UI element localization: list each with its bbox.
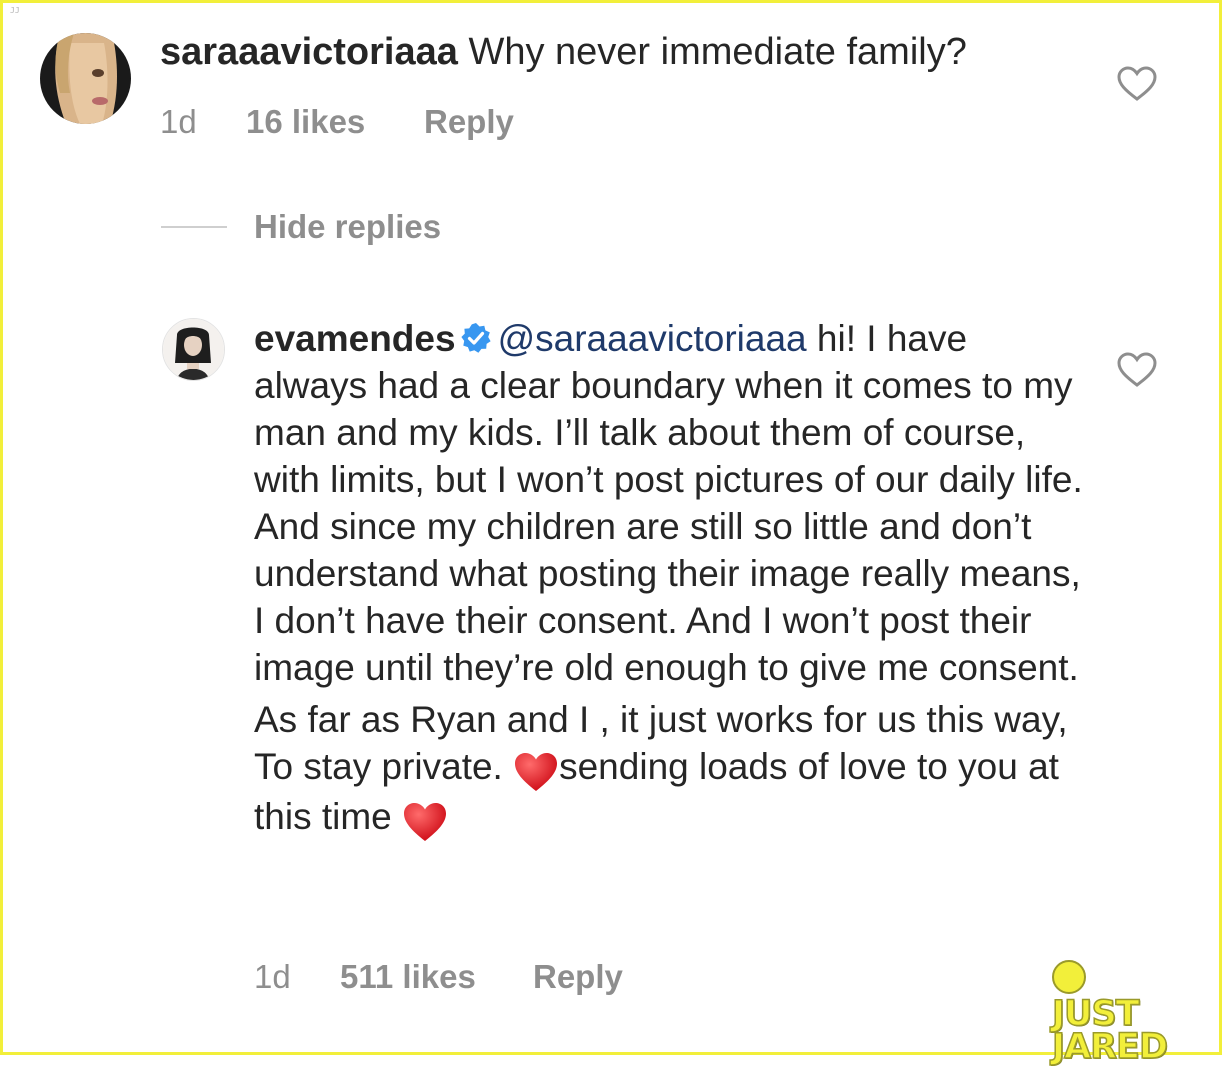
reply-time: 1d xyxy=(254,958,291,995)
comment-reply-button[interactable]: Reply xyxy=(424,103,514,141)
corner-mark: JJ xyxy=(10,6,20,15)
comment-avatar[interactable] xyxy=(40,33,131,124)
verified-badge-icon xyxy=(460,318,492,353)
reply-avatar[interactable] xyxy=(162,318,225,381)
reply-reply-button[interactable]: Reply xyxy=(533,958,623,996)
comment-like-heart-icon[interactable] xyxy=(1117,66,1157,102)
comment-body: saraaavictoriaaa Why never immediate fam… xyxy=(160,28,967,76)
reply-username[interactable]: evamendes xyxy=(254,318,456,359)
reply-paragraph-2: As far as Ryan and I , it just works for… xyxy=(254,696,1084,843)
reply-paragraph-1: evamendes @saraaavictoriaaa hi! I have al… xyxy=(254,315,1084,691)
replies-divider xyxy=(161,226,227,228)
comment-text: Why never immediate family? xyxy=(468,31,967,73)
watermark-j-icon xyxy=(1052,960,1086,994)
comment-time: 1d xyxy=(160,103,197,140)
watermark-line-1: JUST xyxy=(1051,960,1174,1032)
red-heart-emoji-icon xyxy=(513,751,559,793)
reply-likes[interactable]: 511 likes xyxy=(340,958,533,996)
reply-text-1: hi! I have always had a clear boundary w… xyxy=(254,318,1083,688)
reply-meta: 1d 511 likes Reply xyxy=(254,958,623,996)
reply-body: evamendes @saraaavictoriaaa hi! I have al… xyxy=(254,315,1084,843)
watermark-line-2: JARED xyxy=(1051,1027,1169,1067)
reply-like-heart-icon[interactable] xyxy=(1117,352,1157,388)
reply-mention-link[interactable]: @saraaavictoriaaa xyxy=(498,318,807,359)
red-heart-emoji-icon xyxy=(402,801,448,843)
comment-likes[interactable]: 16 likes xyxy=(246,103,424,141)
hide-replies-button[interactable]: Hide replies xyxy=(254,208,441,246)
comment-meta: 1d 16 likes Reply xyxy=(160,103,514,141)
just-jared-watermark-logo: JUST JARED xyxy=(1051,960,1174,1065)
comment-username[interactable]: saraaavictoriaaa xyxy=(160,31,458,73)
